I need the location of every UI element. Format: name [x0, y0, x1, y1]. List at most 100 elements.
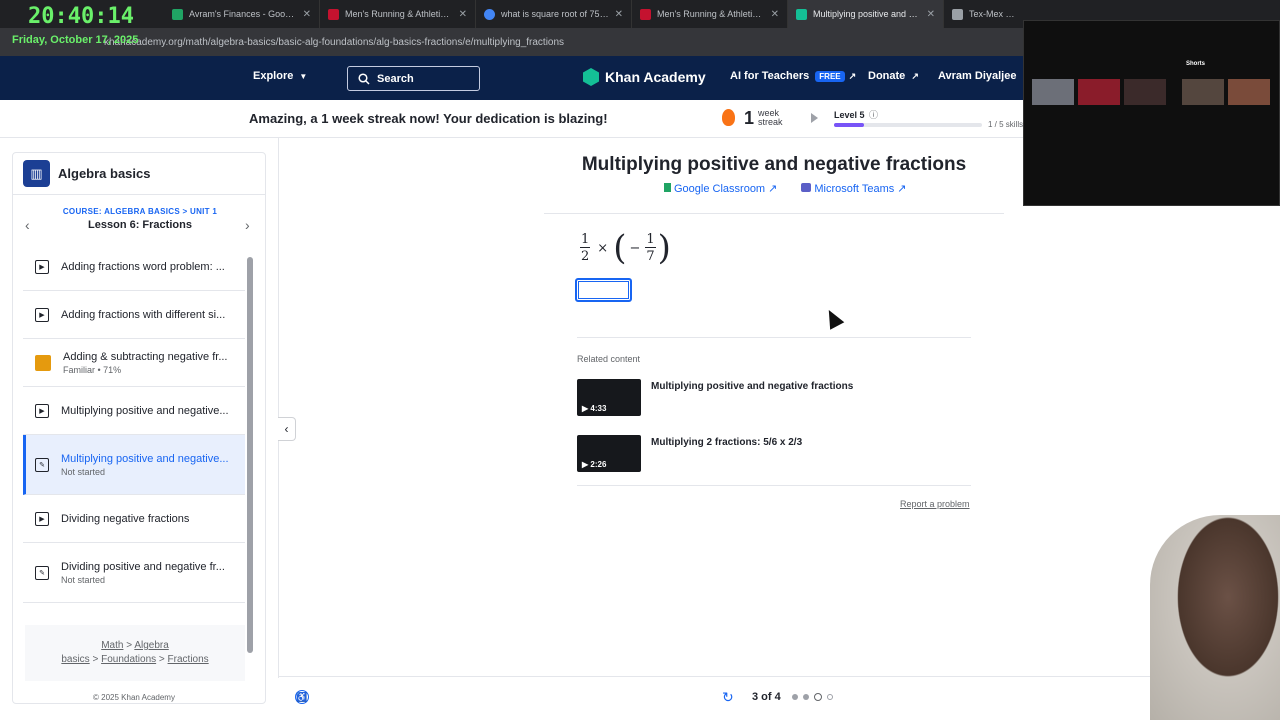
- course-breadcrumb[interactable]: COURSE: ALGEBRA BASICS > UNIT 1: [13, 207, 265, 216]
- progress-dot-pending: [827, 694, 833, 700]
- ai-for-teachers-link[interactable]: AI for Teachers FREE ↗: [730, 70, 856, 82]
- progress-dot-current: [814, 693, 822, 701]
- browser-tab[interactable]: Avram's Finances - Google She ✕: [164, 0, 320, 28]
- user-menu-button[interactable]: Avram Diyaljee: [938, 70, 1016, 82]
- progress-dots: [792, 693, 838, 701]
- play-icon[interactable]: [811, 113, 818, 123]
- report-problem-link[interactable]: Report a problem: [900, 499, 970, 509]
- sidebar-item-video[interactable]: ▶ Multiplying positive and negative...: [23, 387, 245, 435]
- related-video-title[interactable]: Multiplying 2 fractions: 5/6 x 2/3: [651, 437, 802, 448]
- browser-tab[interactable]: Men's Running & Athletic Shoe ✕: [632, 0, 788, 28]
- microsoft-teams-link[interactable]: Microsoft Teams ↗: [801, 182, 907, 195]
- sidebar-header: ▥ Algebra basics: [13, 153, 265, 195]
- sidebar-item-practice[interactable]: Adding & subtracting negative fr... Fami…: [23, 339, 245, 387]
- breadcrumb-algebra-link[interactable]: Algebra: [134, 640, 168, 651]
- sidebar-item-video[interactable]: ▶ Adding fractions word problem: ...: [23, 243, 245, 291]
- video-thumbnail[interactable]: ▶ 4:33: [577, 379, 641, 416]
- store-favicon-icon: [328, 8, 339, 20]
- tab-close-icon[interactable]: ✕: [303, 9, 311, 20]
- url-text[interactable]: khanacademy.org/math/algebra-basics/basi…: [104, 37, 564, 48]
- streak-message: Amazing, a 1 week streak now! Your dedic…: [249, 111, 608, 126]
- tab-close-icon[interactable]: ✕: [771, 9, 779, 20]
- sidebar-item-exercise-active[interactable]: ✎ Multiplying positive and negative... N…: [23, 435, 245, 495]
- exercise-footer: ♿ ↻ 3 of 4: [279, 676, 1280, 720]
- related-video-item[interactable]: ▶ 2:26 Multiplying 2 fractions: 5/6 x 2/…: [577, 435, 971, 475]
- chevron-down-icon: ▼: [299, 72, 308, 81]
- date-overlay: Friday, October 17, 2025: [12, 34, 139, 46]
- sidebar-item-video[interactable]: ▶ Dividing negative fractions: [23, 495, 245, 543]
- video-thumbnail[interactable]: [1078, 79, 1120, 105]
- pencil-icon: ✎: [35, 565, 49, 580]
- browser-tab[interactable]: Tex-Mex vs. Cal-: [944, 0, 1024, 28]
- unit-sidebar: ▥ Algebra basics COURSE: ALGEBRA BASICS …: [12, 152, 266, 704]
- play-video-icon: ▶: [35, 307, 49, 322]
- video-thumbnail[interactable]: [1032, 79, 1074, 105]
- play-video-icon: ▶: [35, 259, 49, 274]
- sidebar-scrollbar[interactable]: [247, 257, 253, 653]
- skills-count: 1 / 5 skills: [988, 120, 1024, 129]
- breadcrumb-math-link[interactable]: Math: [101, 640, 123, 651]
- free-badge: FREE: [815, 70, 845, 82]
- progress-dot-done: [792, 694, 798, 700]
- video-thumbnail[interactable]: ▶ 2:26: [577, 435, 641, 472]
- tab-close-icon[interactable]: ✕: [615, 9, 623, 20]
- divider: [544, 213, 1004, 214]
- related-video-item[interactable]: ▶ 4:33 Multiplying positive and negative…: [577, 379, 971, 419]
- tab-close-icon[interactable]: ✕: [459, 9, 467, 20]
- sidebar-item-exercise[interactable]: ✎ Dividing positive and negative fr... N…: [23, 543, 245, 603]
- level-label: Level 5 ⓘ: [834, 110, 879, 120]
- level-progress-fill: [834, 123, 864, 127]
- video-thumbnail[interactable]: [1182, 79, 1224, 105]
- play-video-icon: ▶: [35, 403, 49, 418]
- external-link-icon: ↗: [911, 71, 919, 81]
- answer-field[interactable]: [575, 278, 632, 302]
- copyright-text: © 2025 Khan Academy: [93, 693, 175, 702]
- share-links: Google Classroom ↗ Microsoft Teams ↗: [664, 182, 931, 195]
- sidebar-breadcrumb: Math > Algebra basics > Foundations > Fr…: [25, 625, 245, 681]
- play-video-icon: ▶: [35, 511, 49, 526]
- restart-icon[interactable]: ↻: [722, 689, 734, 706]
- clock-overlay: 20:40:14: [28, 4, 134, 29]
- browser-tab[interactable]: what is square root of 75 writ ✕: [476, 0, 632, 28]
- divider: [577, 485, 971, 486]
- related-content-heading: Related content: [577, 354, 641, 364]
- video-thumbnail-row: [1032, 79, 1274, 105]
- problem-expression: 1 2 × ( − 1 7 ): [580, 228, 671, 268]
- youtube-pip-window[interactable]: Shorts: [1023, 20, 1280, 206]
- mouse-cursor-icon: [821, 306, 845, 330]
- next-lesson-chevron-icon[interactable]: ›: [245, 217, 250, 233]
- streak-unit: week streak: [758, 108, 783, 127]
- info-icon[interactable]: ⓘ: [869, 110, 878, 120]
- fire-icon: [722, 109, 735, 126]
- search-button[interactable]: Search: [347, 66, 480, 91]
- answer-input[interactable]: [577, 280, 630, 300]
- webcam-overlay: [1150, 515, 1280, 720]
- explore-menu-button[interactable]: Explore ▼: [253, 70, 307, 82]
- fraction-one-seventh: 1 7: [645, 231, 656, 264]
- pencil-icon: ✎: [35, 457, 49, 472]
- browser-tab[interactable]: Men's Running & Athletic Shoe ✕: [320, 0, 476, 28]
- progress-dot-done: [803, 694, 809, 700]
- donate-link[interactable]: Donate ↗: [868, 70, 919, 82]
- breadcrumb-foundations-link[interactable]: Foundations: [101, 654, 156, 665]
- mastery-familiar-icon: [35, 354, 51, 371]
- browser-tab-active[interactable]: Multiplying positive and negat ✕: [788, 0, 944, 28]
- microsoft-teams-icon: [801, 183, 812, 192]
- related-video-title[interactable]: Multiplying positive and negative fracti…: [651, 381, 853, 392]
- sidebar-item-video[interactable]: ▶ Adding fractions with different si...: [23, 291, 245, 339]
- level-progress-bar: [834, 123, 982, 127]
- course-title[interactable]: Algebra basics: [58, 166, 151, 181]
- breadcrumb-basics-link[interactable]: basics: [61, 654, 89, 665]
- accessibility-icon[interactable]: ♿: [295, 690, 309, 704]
- page-favicon-icon: [952, 8, 963, 20]
- video-thumbnail[interactable]: [1228, 79, 1270, 105]
- collapse-sidebar-button[interactable]: ‹: [278, 417, 296, 441]
- khan-academy-logo[interactable]: Khan Academy: [583, 68, 706, 86]
- google-classroom-link[interactable]: Google Classroom ↗: [664, 182, 777, 195]
- video-thumbnail[interactable]: [1124, 79, 1166, 105]
- breadcrumb-fractions-link[interactable]: Fractions: [168, 654, 209, 665]
- store-favicon-icon: [640, 8, 651, 20]
- content-divider: [278, 138, 279, 678]
- question-progress: 3 of 4: [752, 691, 781, 703]
- tab-close-icon[interactable]: ✕: [927, 9, 935, 20]
